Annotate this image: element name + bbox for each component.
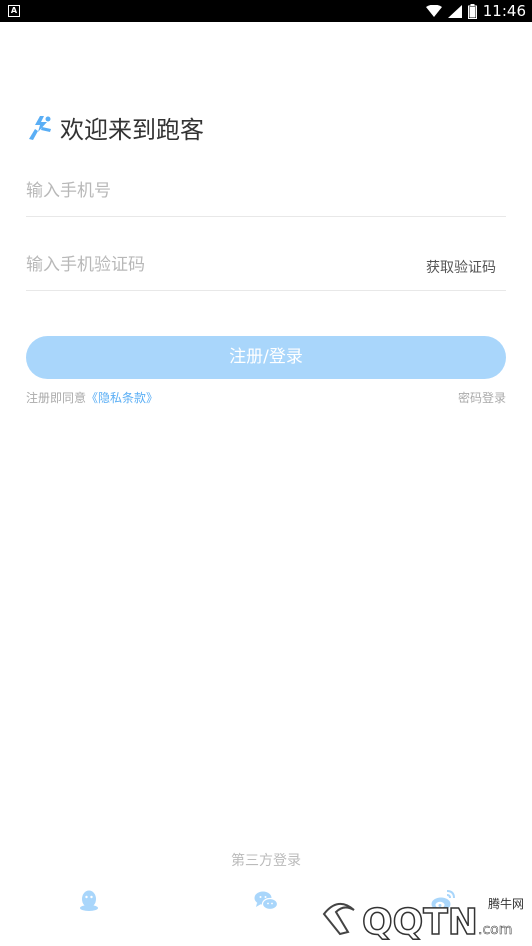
- status-time: 11:46: [482, 2, 526, 20]
- welcome-header: 欢迎来到跑客: [26, 110, 204, 145]
- notification-a-icon: A: [8, 5, 20, 17]
- qqtn-watermark-logo: QQTN .com 腾牛网: [322, 896, 524, 942]
- third-party-login-title: 第三方登录: [231, 853, 301, 869]
- privacy-policy-link[interactable]: 《隐私条款》: [86, 391, 158, 405]
- svg-text:QQTN: QQTN: [362, 902, 478, 942]
- wechat-icon[interactable]: [253, 888, 279, 914]
- status-bar: A 11:46: [0, 0, 532, 22]
- qq-icon[interactable]: [76, 888, 102, 914]
- page-title: 欢迎来到跑客: [60, 116, 204, 144]
- password-login-link[interactable]: 密码登录: [458, 389, 506, 406]
- wifi-icon: [425, 4, 442, 17]
- battery-icon: [467, 3, 477, 19]
- phone-input[interactable]: [26, 167, 406, 215]
- agreement-prefix: 注册即同意: [26, 391, 87, 405]
- get-code-button[interactable]: 获取验证码: [426, 257, 496, 277]
- runner-logo-icon: [29, 115, 51, 140]
- code-field-row: 获取验证码: [26, 241, 506, 291]
- phone-field-row: [26, 167, 506, 217]
- status-indicators: 11:46: [425, 0, 526, 22]
- svg-text:腾牛网: 腾牛网: [488, 896, 524, 911]
- verification-code-input[interactable]: [26, 241, 406, 289]
- svg-text:.com: .com: [478, 922, 512, 938]
- signal-icon: [447, 4, 462, 18]
- agreement-text: 注册即同意《隐私条款》: [26, 389, 158, 406]
- register-login-button[interactable]: 注册/登录: [26, 336, 506, 379]
